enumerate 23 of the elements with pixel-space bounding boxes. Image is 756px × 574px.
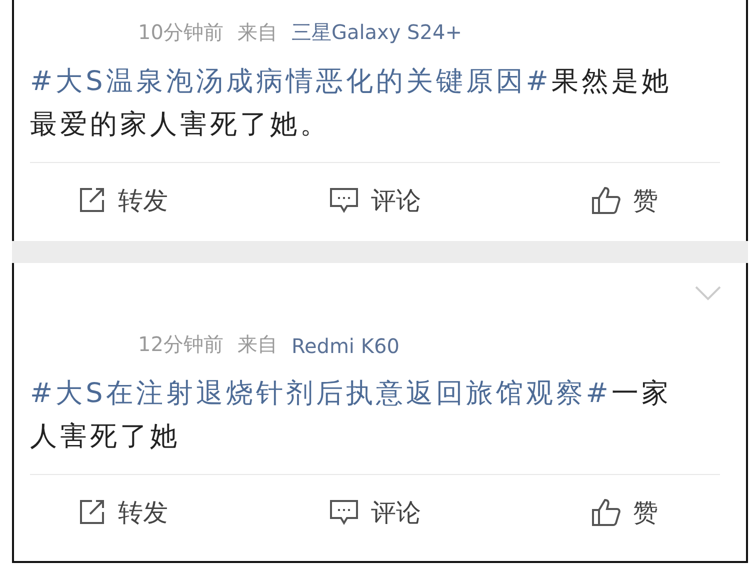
source-label: 来自 <box>237 331 278 358</box>
hashtag-link[interactable]: #大S在注射退烧针剂后执意返回旅馆观察# <box>30 378 612 409</box>
comment-icon <box>329 498 359 526</box>
thumbs-up-icon <box>591 497 621 527</box>
device-name: 三星Galaxy S24+ <box>291 19 462 46</box>
share-icon <box>78 186 106 214</box>
comment-button[interactable]: 评论 <box>329 184 421 216</box>
repost-button[interactable]: 转发 <box>78 496 168 528</box>
comment-icon <box>329 186 359 214</box>
post-time: 12分钟前 <box>138 331 224 358</box>
hashtag-link[interactable]: #大S温泉泡汤成病情恶化的关键原因# <box>30 66 552 97</box>
like-button[interactable]: 赞 <box>591 184 658 216</box>
like-button[interactable]: 赞 <box>591 496 658 528</box>
share-icon <box>78 498 106 526</box>
comment-button[interactable]: 评论 <box>329 496 421 528</box>
source-label: 来自 <box>237 19 278 46</box>
thumbs-up-icon <box>591 185 621 215</box>
post-text: #大S在注射退烧针剂后执意返回旅馆观察#一家人害死了她 <box>30 377 672 454</box>
repost-button[interactable]: 转发 <box>78 184 168 216</box>
chevron-down-icon[interactable] <box>694 285 722 301</box>
device-name: Redmi K60 <box>291 334 400 358</box>
post-text: #大S温泉泡汤成病情恶化的关键原因#果然是她最爱的家人害死了她。 <box>30 65 672 142</box>
post-time: 10分钟前 <box>138 19 224 46</box>
